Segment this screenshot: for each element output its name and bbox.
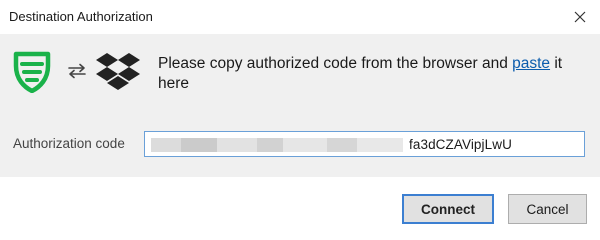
message-text-before: Please copy authorized code from the bro…: [158, 55, 513, 72]
authorization-code-value: fa3dCZAVipjLwU: [409, 137, 512, 152]
swap-arrows-icon: [66, 62, 88, 85]
window-title: Destination Authorization: [9, 9, 153, 24]
cancel-button[interactable]: Cancel: [508, 194, 587, 224]
close-button[interactable]: [566, 4, 594, 30]
paste-link[interactable]: paste: [512, 55, 550, 72]
title-bar: Destination Authorization: [0, 0, 600, 34]
authorization-code-label: Authorization code: [13, 136, 125, 151]
authorization-code-input[interactable]: fa3dCZAVipjLwU: [144, 131, 585, 157]
redacted-code-prefix: [151, 138, 403, 152]
connect-button[interactable]: Connect: [402, 194, 494, 224]
content-panel: Please copy authorized code from the bro…: [0, 34, 600, 177]
close-icon: [574, 11, 586, 23]
shield-logo-icon: [12, 51, 52, 98]
button-bar: Connect Cancel: [0, 177, 600, 234]
instruction-message: Please copy authorized code from the bro…: [158, 54, 588, 94]
dropbox-icon: [95, 51, 141, 98]
